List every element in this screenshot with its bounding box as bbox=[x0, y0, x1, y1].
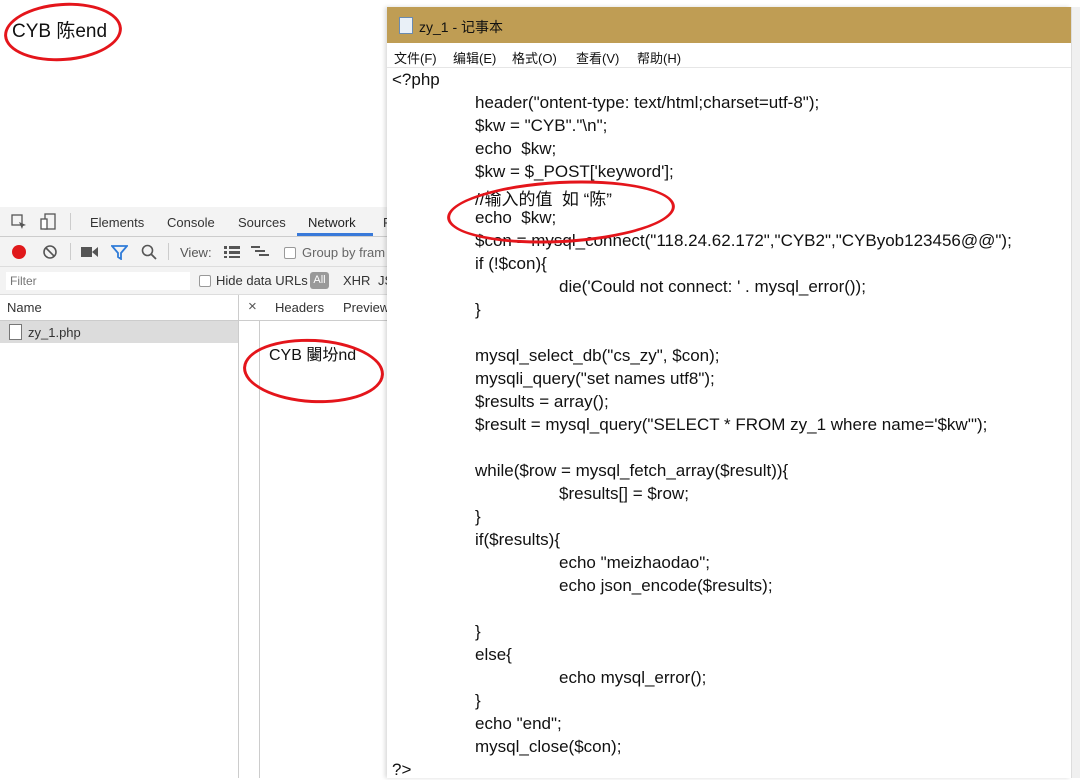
code-line: $result = mysql_query("SELECT * FROM zy_… bbox=[475, 415, 988, 434]
menu-format[interactable]: 格式(O) bbox=[512, 48, 557, 67]
devtools-panel: Elements Console Sources Network P bbox=[0, 207, 393, 778]
tab-headers[interactable]: Headers bbox=[275, 300, 324, 315]
filter-input[interactable] bbox=[6, 272, 190, 290]
notepad-menu-bar: 文件(F) 编辑(E) 格式(O) 查看(V) 帮助(H) bbox=[387, 43, 1071, 68]
close-icon[interactable]: × bbox=[248, 298, 257, 315]
search-icon[interactable] bbox=[141, 244, 157, 260]
notepad-title: zy_1 - 记事本 bbox=[419, 19, 504, 35]
request-name: zy_1.php bbox=[28, 325, 81, 340]
code-line: while($row = mysql_fetch_array($result))… bbox=[475, 461, 789, 480]
device-toolbar-icon[interactable] bbox=[40, 213, 58, 231]
code-line: } bbox=[475, 622, 481, 641]
code-line: die('Could not connect: ' . mysql_error(… bbox=[559, 277, 866, 296]
menu-file[interactable]: 文件(F) bbox=[394, 48, 437, 67]
code-line: else{ bbox=[475, 645, 512, 664]
network-toolbar: View: Group by fram bbox=[0, 237, 388, 267]
name-column-header[interactable]: Name bbox=[0, 295, 238, 321]
detail-tab-bar: × Headers Preview bbox=[239, 295, 389, 321]
notepad-icon bbox=[399, 17, 413, 34]
code-line: echo "end"; bbox=[475, 714, 562, 733]
code-line: $results[] = $row; bbox=[559, 484, 689, 503]
code-line: ?> bbox=[392, 760, 412, 779]
hide-data-urls-checkbox[interactable] bbox=[199, 275, 211, 287]
code-line: mysql_close($con); bbox=[475, 737, 622, 756]
code-line: mysql_select_db("cs_zy", $con); bbox=[475, 346, 720, 365]
notepad-window: zy_1 - 记事本 文件(F) 编辑(E) 格式(O) 查看(V) 帮助(H)… bbox=[387, 7, 1071, 779]
code-line: if($results){ bbox=[475, 530, 561, 549]
record-icon[interactable] bbox=[11, 244, 27, 260]
code-line: } bbox=[475, 691, 481, 710]
annotation-circle-page-output bbox=[2, 0, 124, 66]
devtools-tab-bar: Elements Console Sources Network P bbox=[0, 207, 392, 237]
menu-help[interactable]: 帮助(H) bbox=[637, 48, 681, 67]
group-by-frame-label: Group by fram bbox=[302, 245, 386, 260]
file-icon bbox=[9, 324, 22, 340]
filter-xhr-button[interactable]: XHR bbox=[343, 273, 370, 288]
filter-icon[interactable] bbox=[111, 244, 128, 260]
filter-bar: Hide data URLs All XHR JS bbox=[0, 267, 393, 295]
request-list: Name zy_1.php bbox=[0, 295, 239, 778]
menu-view[interactable]: 查看(V) bbox=[576, 48, 619, 67]
code-line: header("ontent-type: text/html;charset=u… bbox=[475, 93, 820, 112]
hide-data-urls-label: Hide data URLs bbox=[216, 273, 308, 288]
group-by-frame-checkbox[interactable] bbox=[284, 247, 296, 259]
notepad-text-area[interactable]: <?php header("ontent-type: text/html;char… bbox=[387, 68, 1071, 779]
overview-icon[interactable] bbox=[251, 246, 269, 258]
name-header-label: Name bbox=[7, 300, 42, 315]
request-row[interactable]: zy_1.php bbox=[0, 321, 238, 343]
code-line: echo json_encode($results); bbox=[559, 576, 773, 595]
menu-edit[interactable]: 编辑(E) bbox=[453, 48, 496, 67]
video-camera-icon[interactable] bbox=[81, 246, 98, 258]
clear-icon[interactable] bbox=[42, 244, 58, 260]
filter-all-button[interactable]: All bbox=[310, 272, 329, 289]
code-line: $results = array(); bbox=[475, 392, 609, 411]
tab-elements[interactable]: Elements bbox=[90, 215, 144, 230]
code-line: $kw = $_POST['keyword']; bbox=[475, 162, 674, 181]
code-line: <?php bbox=[392, 70, 440, 89]
tab-network[interactable]: Network bbox=[308, 215, 356, 230]
code-line: } bbox=[475, 300, 481, 319]
tab-console[interactable]: Console bbox=[167, 215, 215, 230]
code-line: $kw = "CYB"."\n"; bbox=[475, 116, 608, 135]
code-line: echo mysql_error(); bbox=[559, 668, 707, 687]
inspect-element-icon[interactable] bbox=[11, 214, 27, 230]
code-line: } bbox=[475, 507, 481, 526]
code-line: echo "meizhaodao"; bbox=[559, 553, 710, 572]
code-line: if (!$con){ bbox=[475, 254, 547, 273]
view-label: View: bbox=[180, 245, 212, 260]
active-tab-indicator bbox=[297, 233, 373, 236]
tab-sources[interactable]: Sources bbox=[238, 215, 286, 230]
window-edge bbox=[1071, 7, 1080, 778]
large-rows-icon[interactable] bbox=[224, 246, 240, 258]
code-line: echo $kw; bbox=[475, 139, 557, 158]
notepad-title-bar[interactable]: zy_1 - 记事本 bbox=[387, 7, 1071, 43]
tab-preview[interactable]: Preview bbox=[343, 300, 389, 315]
code-line: mysqli_query("set names utf8"); bbox=[475, 369, 715, 388]
